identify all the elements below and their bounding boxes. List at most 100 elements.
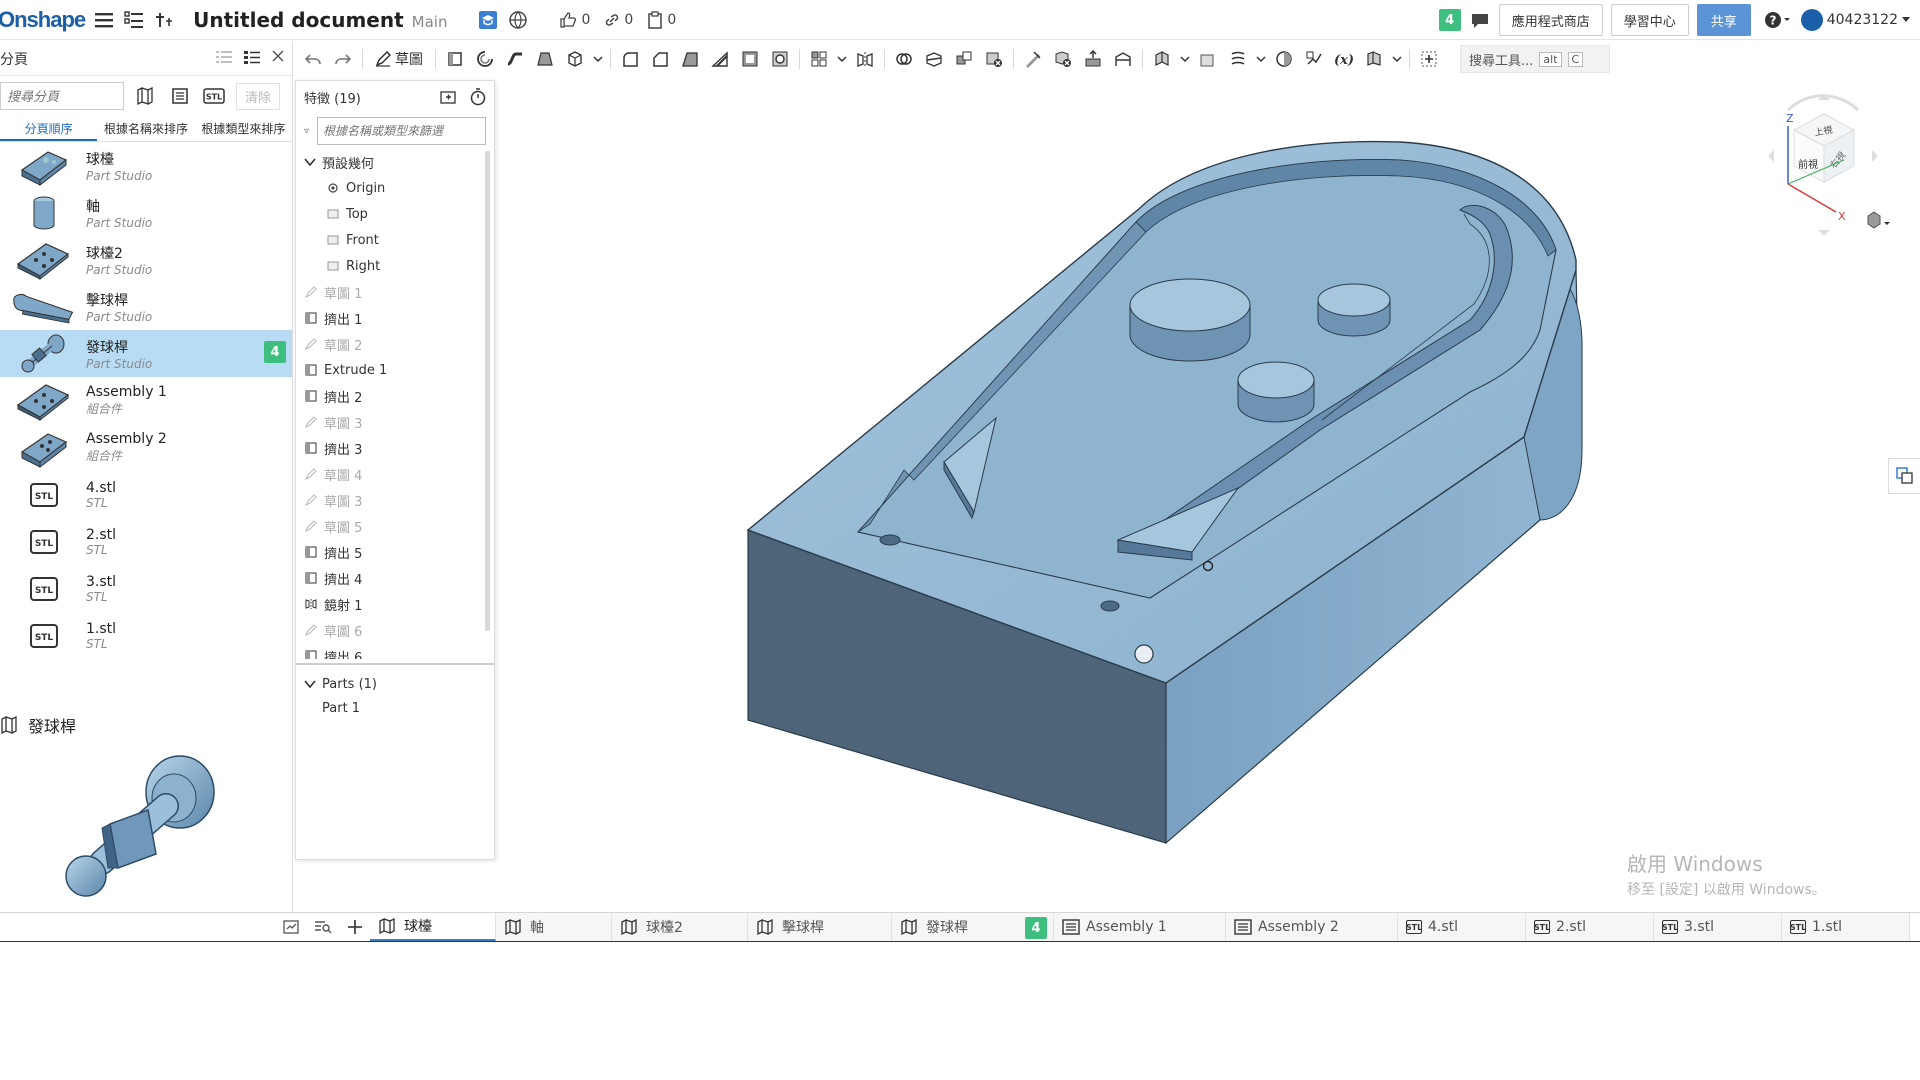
sort-tab-name[interactable]: 根據名稱來排序 [97, 116, 194, 141]
feature-item-extrude[interactable]: 擠出 1 [296, 305, 488, 331]
globe-icon[interactable] [507, 9, 529, 31]
feature-item-sketch[interactable]: 草圖 1 [296, 279, 488, 305]
tab-list-item[interactable]: 發球桿 Part Studio 4 [0, 330, 292, 377]
view-cube[interactable]: 上視 前視 右視 Z X [1760, 90, 1890, 240]
tab-list-item[interactable]: STL 3.stl STL [0, 565, 292, 612]
chevron-down-icon[interactable] [1177, 45, 1193, 73]
document-tab[interactable]: 擊球桿 [748, 913, 892, 941]
hole[interactable] [879, 534, 901, 546]
hamburger-menu-icon[interactable] [93, 9, 115, 31]
app-store-button[interactable]: 應用程式商店 [1498, 4, 1603, 36]
rib-icon[interactable] [705, 45, 735, 73]
plane-front-item[interactable]: Front [296, 227, 488, 253]
thicken-icon[interactable] [560, 45, 590, 73]
tab-manager-toggle-icon[interactable] [280, 916, 302, 938]
feature-item-sketch[interactable]: 草圖 6 [296, 617, 488, 643]
fillet-icon[interactable] [615, 45, 645, 73]
comments-icon[interactable] [1469, 9, 1491, 31]
chevron-down-icon[interactable] [834, 45, 850, 73]
branch-name[interactable]: Main [412, 13, 448, 31]
default-geometry-group[interactable]: 預設幾何 [296, 149, 488, 175]
share-button[interactable]: 共享 [1696, 4, 1751, 36]
document-tab[interactable]: 球檯 [370, 913, 496, 941]
tab-list-item[interactable]: 球檯2 Part Studio [0, 236, 292, 283]
tab-list-item[interactable]: Assembly 2 組合件 [0, 424, 292, 471]
tab-list-item[interactable]: 軸 Part Studio [0, 189, 292, 236]
graphics-viewport[interactable] [495, 80, 1920, 910]
boolean-icon[interactable] [889, 45, 919, 73]
filter-stl-icon[interactable]: STL [202, 84, 226, 108]
derived-icon[interactable] [1359, 45, 1389, 73]
graduation-cap-icon[interactable] [477, 9, 499, 31]
pattern-icon[interactable] [804, 45, 834, 73]
delete-part-icon[interactable] [979, 45, 1009, 73]
sketch-button[interactable]: 草圖 [367, 45, 431, 73]
bumper[interactable] [1317, 283, 1391, 337]
add-tab-icon[interactable] [344, 916, 366, 938]
pinball-table-model[interactable] [746, 140, 1583, 845]
insert-icon[interactable] [153, 9, 175, 31]
plane-right-item[interactable]: Right [296, 253, 488, 279]
origin-item[interactable]: Origin [296, 175, 488, 201]
user-menu[interactable]: 40423122 [1800, 9, 1910, 31]
undo-icon[interactable] [298, 45, 328, 73]
feature-item-sketch[interactable]: 草圖 5 [296, 513, 488, 539]
rollback-timer-icon[interactable] [470, 88, 486, 106]
feature-item-extrude[interactable]: 擠出 3 [296, 435, 488, 461]
plane-icon[interactable] [1193, 45, 1223, 73]
replace-face-icon[interactable] [1108, 45, 1138, 73]
sheet-metal-icon[interactable] [1147, 45, 1177, 73]
feature-item-sketch[interactable]: 草圖 3 [296, 409, 488, 435]
mirror-icon[interactable] [850, 45, 880, 73]
feature-item-extrude[interactable]: 擠出 4 [296, 565, 488, 591]
search-tools[interactable]: 搜尋工具... alt C [1460, 45, 1610, 73]
filter-part-studio-icon[interactable] [134, 84, 158, 108]
list-view-icon[interactable] [216, 50, 232, 68]
chevron-down-icon[interactable] [1389, 45, 1405, 73]
feature-item-sketch[interactable]: 草圖 3 [296, 487, 488, 513]
loft-icon[interactable] [530, 45, 560, 73]
transform-icon[interactable] [949, 45, 979, 73]
sort-tab-order[interactable]: 分頁順序 [0, 116, 98, 141]
sort-tab-type[interactable]: 根據類型來排序 [195, 116, 292, 141]
mate-connector-icon[interactable] [1269, 45, 1299, 73]
filter-icon[interactable] [304, 123, 309, 139]
feature-list-scrollbar[interactable] [485, 151, 490, 631]
filter-assembly-icon[interactable] [168, 84, 192, 108]
redo-icon[interactable] [328, 45, 358, 73]
sweep-icon[interactable] [500, 45, 530, 73]
document-title[interactable]: Untitled document [193, 8, 404, 32]
close-icon[interactable] [272, 49, 284, 68]
feature-item-extrude[interactable]: 擠出 6 [296, 643, 488, 659]
tab-search-input[interactable] [0, 82, 124, 110]
bumper[interactable] [1129, 278, 1251, 362]
feature-list-icon[interactable] [123, 9, 145, 31]
likes[interactable]: 0 [559, 12, 590, 28]
document-tab[interactable]: 發球桿 4 [892, 913, 1054, 941]
feature-parts-divider[interactable] [296, 663, 494, 665]
notification-badge[interactable]: 4 [1438, 9, 1461, 31]
detail-view-icon[interactable] [244, 50, 260, 68]
revolve-icon[interactable] [470, 45, 500, 73]
parts-group[interactable]: Parts (1) [296, 671, 494, 697]
feature-item-sketch[interactable]: 草圖 4 [296, 461, 488, 487]
feature-item-sketch[interactable]: 草圖 2 [296, 331, 488, 357]
hole[interactable] [1100, 600, 1120, 612]
bumper[interactable] [1237, 361, 1315, 423]
chevron-down-icon[interactable] [1253, 45, 1269, 73]
hole-icon[interactable] [765, 45, 795, 73]
links[interactable]: 0 [604, 12, 633, 28]
helix-icon[interactable] [1223, 45, 1253, 73]
document-tab[interactable]: Assembly 2 [1226, 913, 1398, 941]
variable-icon[interactable] [1299, 45, 1329, 73]
chevron-down-icon[interactable] [590, 45, 606, 73]
delete-face-icon[interactable] [1048, 45, 1078, 73]
chamfer-icon[interactable] [645, 45, 675, 73]
tab-list-item[interactable]: 擊球桿 Part Studio [0, 283, 292, 330]
feature-item-extrude[interactable]: 擠出 2 [296, 383, 488, 409]
feature-item-extrude[interactable]: 擠出 5 [296, 539, 488, 565]
plane-top-item[interactable]: Top [296, 201, 488, 227]
tab-list-item[interactable]: STL 2.stl STL [0, 518, 292, 565]
variable-x-icon[interactable]: (x) [1329, 45, 1359, 73]
help-icon[interactable]: ? [1763, 9, 1793, 31]
